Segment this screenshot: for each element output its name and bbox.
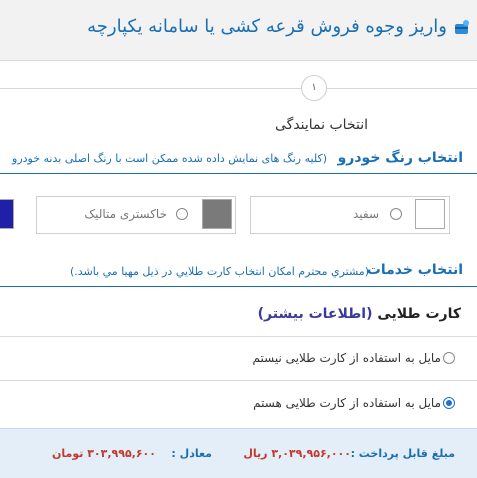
color-radio-gray[interactable] [176,208,188,220]
services-section-title: انتخاب خدمات [366,262,463,278]
gold-card-info-link[interactable]: (اطلاعات بیشتر) [258,306,373,322]
services-section-hint: (مشتري محترم امکان انتخاب کارت طلايي در … [69,265,369,278]
color-section-title: انتخاب رنگ خودرو [337,150,463,166]
color-swatch-gray [202,199,232,229]
payable-value: ۳,۰۳۹,۹۵۶,۰۰۰ ریال [243,447,351,460]
color-label-gray: خاکستری متالیک [84,207,167,221]
gold-card-option-no[interactable]: مایل به استفاده از کارت طلایی نیستم [0,336,477,381]
color-label-white: سفید [352,207,379,221]
color-section-hint: (کلیه رنگ های نمایش داده شده ممکن است با… [12,152,327,165]
step-label: انتخاب نمایندگی [274,117,368,133]
page-header: واریز وجوه فروش قرعه کشی یا سامانه یکپار… [0,0,477,61]
equal-label: معادل : [171,447,212,460]
services-section-divider [0,286,477,287]
stepper-line [0,88,477,89]
payment-icon [455,20,469,34]
color-section-divider [0,173,477,174]
payable-label: مبلغ قابل پرداخت : [350,447,455,460]
payment-summary: مبلغ قابل پرداخت : ۳,۰۳۹,۹۵۶,۰۰۰ ریال مع… [0,428,477,478]
gold-card-label-no: مایل به استفاده از کارت طلایی نیستم [252,351,441,365]
gold-card-radio-yes[interactable] [443,397,455,409]
page-title: واریز وجوه فروش قرعه کشی یا سامانه یکپار… [87,16,447,37]
step-indicator[interactable]: ۱ [301,75,327,101]
color-swatch-blue[interactable] [0,199,14,229]
gold-card-label: کارت طلایی [377,306,461,322]
color-radio-white[interactable] [390,208,402,220]
gold-card-label-yes: مایل به استفاده از کارت طلایی هستم [253,396,441,410]
color-swatch-white [415,199,445,229]
gold-card-option-yes[interactable]: مایل به استفاده از کارت طلایی هستم [0,380,477,425]
equal-value: ۳۰۳,۹۹۵,۶۰۰ تومان [52,447,156,460]
gold-card-radio-no[interactable] [443,352,455,364]
gold-card-title: کارت طلایی (اطلاعات بیشتر) [258,306,461,322]
